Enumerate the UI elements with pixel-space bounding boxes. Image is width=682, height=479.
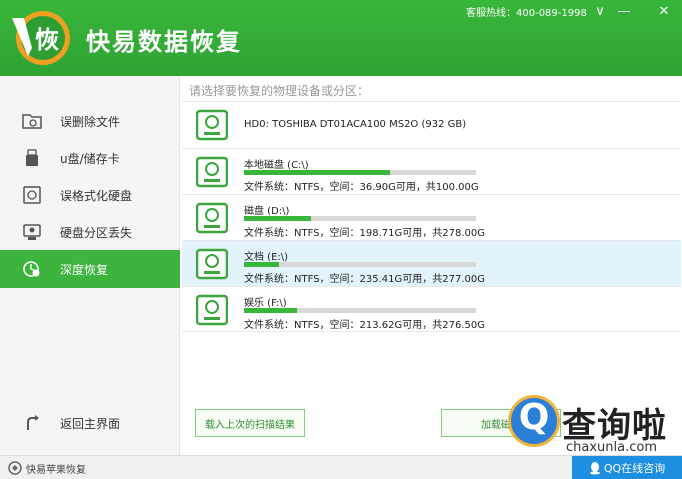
partition-name: 本地磁盘 (C:\) [244,160,309,171]
physical-disk-label: HD0: TOSHIBA DT01ACA100 MS2O (932 GB) [244,119,467,130]
app-logo-icon: 恢 [12,11,70,65]
partition-row[interactable]: 娱乐 (F:\) 文件系统：NTFS，空间：213.62G可用，共276.50G [182,286,681,332]
qq-penguin-icon [589,462,600,475]
usage-bar-fill [244,308,298,313]
partition-name: 文档 (E:\) [244,252,289,263]
usage-bar-fill [244,216,312,221]
close-button[interactable]: ✕ [654,2,674,20]
format-disk-icon [23,186,41,204]
partition-info: 文件系统：NTFS，空间：36.90G可用，共100.00G [244,182,479,193]
back-to-main-label: 返回主界面 [60,417,121,431]
load-last-scan-button[interactable]: 载入上次的扫描结果 [195,409,305,437]
sidebar-item-deep-recovery[interactable]: 深度恢复 [0,250,180,288]
usage-bar-fill [244,170,391,175]
app-title: 快易数据恢复 [86,28,242,56]
sidebar-item-label: 误格式化硬盘 [60,189,133,203]
close-icon: ✕ [658,3,670,19]
usb-icon [26,149,38,166]
hotline-text: 客服热线：400-089-1998 [466,8,587,19]
partition-row[interactable]: 磁盘 (D:\) 文件系统：NTFS，空间：198.71G可用，共278.00G [182,194,681,240]
sidebar-item-label: 误删除文件 [60,115,121,129]
select-device-prompt: 请选择要恢复的物理设备或分区： [189,84,370,98]
deep-recovery-icon [23,261,40,277]
restore-button[interactable]: — [614,2,634,20]
sidebar-item-partition[interactable]: 硬盘分区丢失 [0,213,180,251]
minimize-icon: ∨ [595,3,605,19]
back-to-main-button[interactable]: 返回主界面 [0,404,180,442]
watermark-letter: Q [518,397,550,438]
svg-text:恢: 恢 [35,26,59,54]
usage-bar [244,262,476,267]
partition-disk-icon [196,202,228,234]
sidebar: 误删除文件 u盘/储存卡 误格式化硬盘 硬盘分区丢失 深度恢复 返回主界面 [0,76,180,455]
physical-disk-row[interactable]: HD0: TOSHIBA DT01ACA100 MS2O (932 GB) [182,101,681,148]
usage-bar [244,216,476,221]
sidebar-item-label: 硬盘分区丢失 [60,226,133,240]
status-bar: 快易苹果恢复 QQ在线咨询 [0,455,682,479]
partition-disk-icon [196,294,228,326]
partition-name: 娱乐 (F:\) [244,298,287,309]
usage-bar [244,308,476,313]
watermark-url: chaxunla.com [566,440,657,455]
qq-consult-button[interactable]: QQ在线咨询 [572,456,682,479]
back-arrow-icon [27,415,39,430]
partition-info: 文件系统：NTFS，空间：235.41G可用，共277.00G [244,274,485,285]
title-bar: 恢 快易数据恢复 客服热线：400-089-1998 ∨ — ✕ [0,0,682,76]
brand-logo-icon [8,461,22,475]
sidebar-item-format[interactable]: 误格式化硬盘 [0,176,180,214]
brand-link[interactable]: 快易苹果恢复 [26,461,86,476]
sidebar-item-deleted-files[interactable]: 误删除文件 [0,102,180,140]
partition-row[interactable]: 本地磁盘 (C:\) 文件系统：NTFS，空间：36.90G可用，共100.00… [182,148,681,194]
partition-info: 文件系统：NTFS，空间：213.62G可用，共276.50G [244,320,485,331]
sidebar-item-usb[interactable]: u盘/储存卡 [0,139,180,177]
hard-disk-icon [196,109,228,141]
partition-disk-icon [196,156,228,188]
usage-bar-fill [244,262,279,267]
partition-row-selected[interactable]: 文档 (E:\) 文件系统：NTFS，空间：235.41G可用，共277.00G [182,240,681,286]
sidebar-item-label: u盘/储存卡 [60,152,120,166]
partition-name: 磁盘 (D:\) [244,206,290,217]
partition-icon [23,224,41,240]
restore-icon: — [617,3,631,19]
partition-info: 文件系统：NTFS，空间：198.71G可用，共278.00G [244,228,485,239]
partition-disk-icon [196,248,228,280]
qq-consult-label: QQ在线咨询 [603,462,666,475]
sidebar-item-label: 深度恢复 [60,263,109,277]
folder-icon [22,114,42,129]
minimize-button[interactable]: ∨ [590,2,610,20]
usage-bar [244,170,476,175]
